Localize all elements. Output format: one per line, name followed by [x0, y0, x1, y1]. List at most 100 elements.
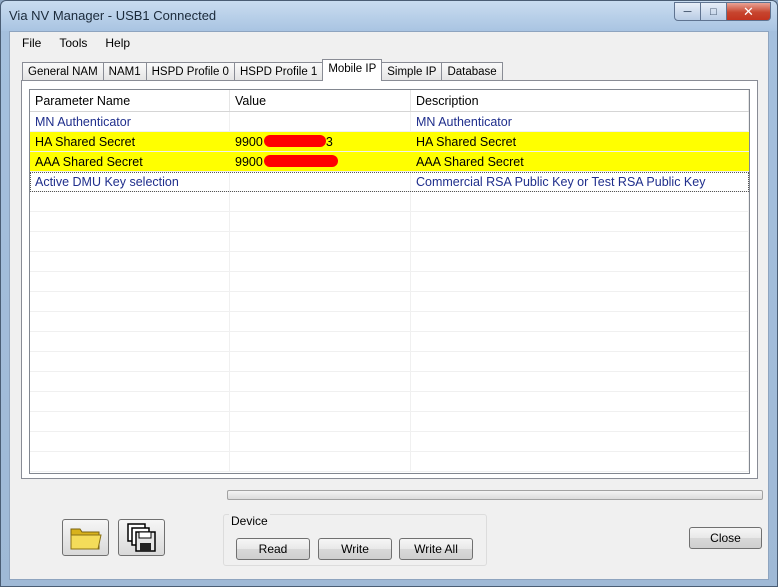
empty-cell [230, 452, 411, 471]
empty-cell [30, 192, 230, 211]
empty-cell [411, 412, 749, 431]
empty-cell [411, 232, 749, 251]
empty-cell [30, 312, 230, 331]
empty-cell [230, 332, 411, 351]
empty-cell [411, 212, 749, 231]
column-header-description[interactable]: Description [411, 90, 749, 111]
tab-hspd-profile-0[interactable]: HSPD Profile 0 [145, 62, 235, 81]
empty-cell [230, 192, 411, 211]
parameter-name-cell: AAA Shared Secret [30, 152, 230, 171]
empty-cell [30, 432, 230, 451]
tab-general-nam[interactable]: General NAM [22, 62, 104, 81]
empty-row [30, 232, 749, 252]
folder-icon [70, 528, 102, 550]
empty-cell [30, 412, 230, 431]
empty-cell [230, 272, 411, 291]
parameter-name-cell: Active DMU Key selection [30, 172, 230, 191]
tab-simple-ip[interactable]: Simple IP [381, 62, 443, 81]
empty-row [30, 332, 749, 352]
empty-row [30, 352, 749, 372]
parameter-grid[interactable]: Parameter Name Value Description MN Auth… [29, 89, 750, 474]
value-text: 9900 [235, 135, 263, 149]
column-header-value[interactable]: Value [230, 90, 411, 111]
write-button[interactable]: Write [318, 538, 392, 560]
empty-cell [30, 232, 230, 251]
empty-cell [411, 292, 749, 311]
read-button[interactable]: Read [236, 538, 310, 560]
description-cell: AAA Shared Secret [411, 152, 749, 171]
table-row[interactable]: Active DMU Key selection Commercial RSA … [30, 172, 749, 192]
description-cell: Commercial RSA Public Key or Test RSA Pu… [411, 172, 749, 191]
device-group: Device Read Write Write All [223, 514, 487, 566]
redaction-mark [263, 155, 338, 167]
description-cell: MN Authenticator [411, 112, 749, 131]
close-window-button[interactable]: ✕ [727, 2, 771, 21]
table-row[interactable]: AAA Shared Secret 9900 AAA Shared Secret [30, 152, 749, 172]
empty-cell [230, 372, 411, 391]
minimize-icon: ─ [683, 5, 692, 18]
table-row[interactable]: HA Shared Secret 9900 3 HA Shared Secret [30, 132, 749, 152]
window-controls: ─ □ ✕ [674, 2, 771, 21]
maximize-button[interactable]: □ [701, 2, 727, 21]
empty-cell [411, 332, 749, 351]
write-all-button[interactable]: Write All [399, 538, 473, 560]
empty-row [30, 212, 749, 232]
value-cell[interactable]: 9900 [230, 152, 411, 171]
tab-database[interactable]: Database [441, 62, 503, 81]
empty-cell [230, 232, 411, 251]
title-bar[interactable]: Via NV Manager - USB1 Connected ─ □ ✕ [1, 1, 777, 31]
empty-cell [30, 212, 230, 231]
close-icon: ✕ [743, 3, 754, 19]
close-button[interactable]: Close [689, 527, 762, 549]
column-header-parameter-name[interactable]: Parameter Name [30, 90, 230, 111]
empty-row [30, 452, 749, 472]
menu-tools[interactable]: Tools [53, 32, 93, 54]
empty-row [30, 412, 749, 432]
empty-cell [230, 412, 411, 431]
empty-cell [230, 292, 411, 311]
empty-cell [230, 212, 411, 231]
tab-mobile-ip[interactable]: Mobile IP [322, 59, 383, 81]
empty-cell [411, 252, 749, 271]
empty-cell [230, 432, 411, 451]
client-area: File Tools Help General NAM NAM1 HSPD Pr… [9, 31, 769, 580]
tab-strip: General NAM NAM1 HSPD Profile 0 HSPD Pro… [22, 59, 503, 81]
empty-cell [230, 252, 411, 271]
empty-cell [30, 372, 230, 391]
empty-cell [411, 392, 749, 411]
empty-row [30, 432, 749, 452]
empty-cell [30, 352, 230, 371]
empty-row [30, 252, 749, 272]
empty-cell [411, 272, 749, 291]
table-row[interactable]: MN Authenticator MN Authenticator [30, 112, 749, 132]
mobile-ip-panel: Parameter Name Value Description MN Auth… [21, 80, 758, 479]
menu-file[interactable]: File [16, 32, 47, 54]
empty-row [30, 312, 749, 332]
save-all-button[interactable] [118, 519, 165, 556]
value-cell[interactable] [230, 112, 411, 131]
value-cell[interactable]: 9900 3 [230, 132, 411, 151]
empty-row [30, 272, 749, 292]
tab-hspd-profile-1[interactable]: HSPD Profile 1 [233, 62, 324, 81]
grid-header: Parameter Name Value Description [30, 90, 749, 112]
empty-row [30, 372, 749, 392]
value-text: 9900 [235, 155, 263, 169]
empty-row [30, 392, 749, 412]
description-cell: HA Shared Secret [411, 132, 749, 151]
empty-cell [30, 332, 230, 351]
progress-bar [227, 490, 763, 500]
empty-cell [411, 352, 749, 371]
floppy-disks-icon [127, 523, 156, 552]
minimize-button[interactable]: ─ [674, 2, 701, 21]
open-folder-button[interactable] [62, 519, 109, 556]
menu-bar: File Tools Help [10, 32, 768, 54]
empty-row [30, 192, 749, 212]
value-cell[interactable] [230, 172, 411, 191]
parameter-name-cell: MN Authenticator [30, 112, 230, 131]
empty-cell [230, 392, 411, 411]
menu-help[interactable]: Help [99, 32, 136, 54]
empty-cell [30, 452, 230, 471]
empty-cell [411, 192, 749, 211]
tab-nam1[interactable]: NAM1 [102, 62, 147, 81]
empty-cell [411, 312, 749, 331]
